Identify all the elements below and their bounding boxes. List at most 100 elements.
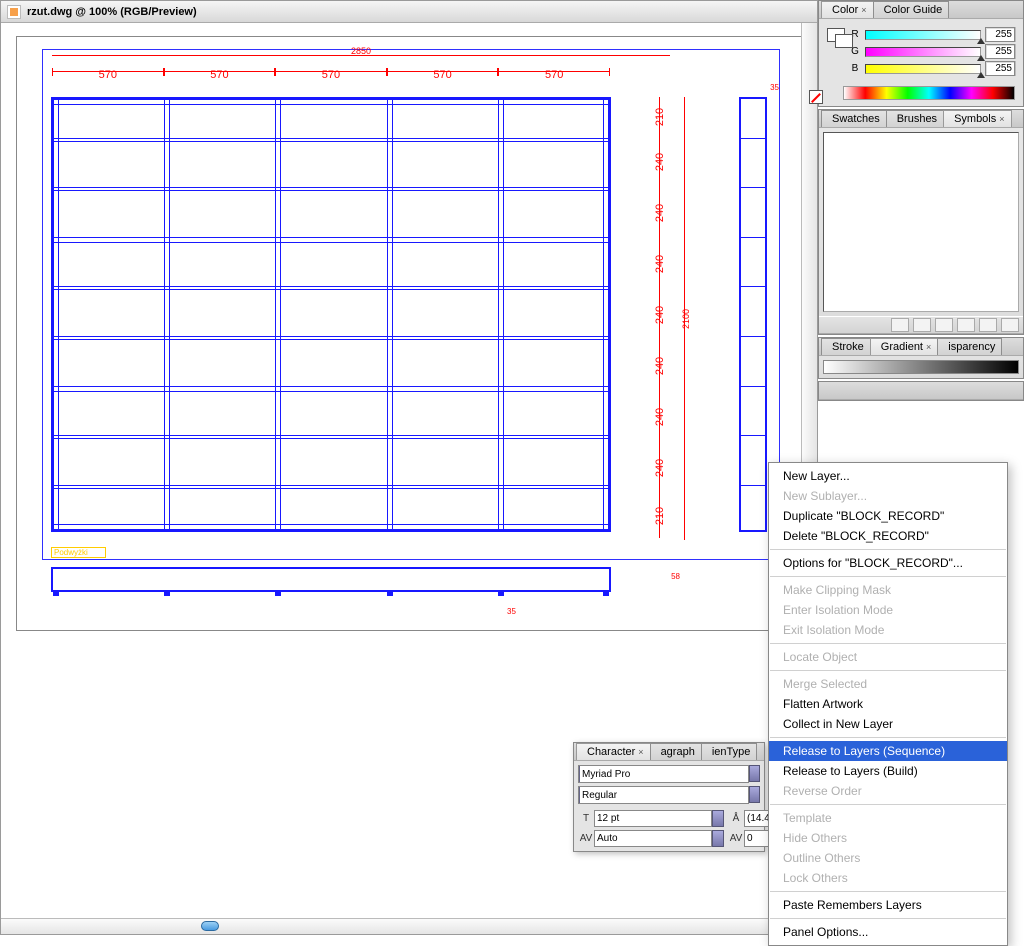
dim-bottom: 35 (507, 607, 516, 616)
tab-character[interactable]: Character× (576, 743, 651, 760)
fill-stroke-swatch[interactable] (827, 25, 845, 78)
font-family-input[interactable] (578, 765, 749, 783)
font-size-icon: T (578, 812, 594, 826)
menu-item: New Sublayer... (769, 486, 1007, 506)
dim-value: 2850 (351, 46, 371, 56)
close-icon[interactable]: × (926, 342, 931, 352)
menu-item: Merge Selected (769, 674, 1007, 694)
close-icon[interactable]: × (999, 114, 1004, 124)
dimension-top-columns: 570 570 570 570 570 (52, 71, 610, 79)
dim-row-2: 240 (654, 204, 666, 222)
menu-item[interactable]: Panel Options... (769, 922, 1007, 942)
tab-label: Brushes (897, 113, 937, 125)
tab-opentype[interactable]: ienType (701, 743, 758, 760)
break-link-icon[interactable] (935, 318, 953, 332)
dim-col-2: 570 (322, 69, 340, 81)
stroke-swatch[interactable] (835, 34, 853, 48)
menu-separator (770, 891, 1006, 892)
tab-swatches[interactable]: Swatches (821, 110, 887, 127)
dimension-right-rows: 210 240 240 240 240 240 240 240 210 (646, 97, 660, 540)
menu-item: Enter Isolation Mode (769, 600, 1007, 620)
tab-paragraph[interactable]: agraph (650, 743, 702, 760)
dim-col-0: 570 (99, 69, 117, 81)
dim-value: 2100 (681, 308, 691, 328)
plan-grid (51, 97, 611, 532)
symbol-options-icon[interactable] (957, 318, 975, 332)
menu-item: Hide Others (769, 828, 1007, 848)
dim-col-1: 570 (210, 69, 228, 81)
menu-item[interactable]: Collect in New Layer (769, 714, 1007, 734)
menu-item[interactable]: Duplicate "BLOCK_RECORD" (769, 506, 1007, 526)
tab-stroke[interactable]: Stroke (821, 338, 871, 355)
menu-item[interactable]: New Layer... (769, 466, 1007, 486)
dropdown-icon[interactable] (712, 830, 724, 847)
dimension-right-overall: 2100 (677, 97, 685, 540)
document-titlebar[interactable]: rzut.dwg @ 100% (RGB/Preview) (1, 1, 817, 23)
font-size-input[interactable] (594, 810, 712, 827)
delete-symbol-icon[interactable] (1001, 318, 1019, 332)
tab-brushes[interactable]: Brushes (886, 110, 944, 127)
gradient-panel: Stroke Gradient× isparency (818, 337, 1024, 379)
side-elevation (739, 97, 767, 532)
tab-color[interactable]: Color× (821, 1, 874, 18)
color-panel-header: Color× Color Guide (819, 1, 1023, 19)
symbols-panel: Swatches Brushes Symbols× (818, 109, 1024, 335)
menu-item: Make Clipping Mask (769, 580, 1007, 600)
menu-item[interactable]: Release to Layers (Build) (769, 761, 1007, 781)
leading-icon: Å (728, 812, 744, 826)
menu-separator (770, 643, 1006, 644)
character-panel-header: Character× agraph ienType (574, 743, 764, 761)
value-r[interactable] (985, 27, 1015, 42)
menu-item[interactable]: Options for "BLOCK_RECORD"... (769, 553, 1007, 573)
gradient-preview[interactable] (823, 360, 1019, 374)
document-title: rzut.dwg @ 100% (RGB/Preview) (27, 6, 197, 18)
menu-item[interactable]: Flatten Artwork (769, 694, 1007, 714)
slider-b[interactable] (865, 64, 981, 74)
slider-g[interactable] (865, 47, 981, 57)
dropdown-icon[interactable] (712, 810, 724, 827)
dim-col-3: 570 (433, 69, 451, 81)
dropdown-icon[interactable] (749, 786, 760, 803)
none-swatch-icon[interactable] (809, 90, 823, 104)
dropdown-icon[interactable] (749, 765, 760, 782)
tab-transparency[interactable]: isparency (937, 338, 1002, 355)
dim-side: 35 (770, 83, 779, 92)
panel-dock: Color× Color Guide R G B (818, 0, 1024, 403)
font-style-input[interactable] (578, 786, 749, 804)
slider-r[interactable] (865, 30, 981, 40)
value-b[interactable] (985, 61, 1015, 76)
menu-item[interactable]: Paste Remembers Layers (769, 895, 1007, 915)
horizontal-scrollbar[interactable] (1, 918, 817, 934)
scrollbar-thumb[interactable] (201, 921, 219, 931)
symbol-libs-icon[interactable] (891, 318, 909, 332)
tab-label: isparency (948, 341, 995, 353)
menu-item[interactable]: Release to Layers (Sequence) (769, 741, 1007, 761)
kerning-input[interactable] (594, 830, 712, 847)
tab-label: agraph (661, 746, 695, 758)
dim-row-7: 240 (654, 459, 666, 477)
place-symbol-icon[interactable] (913, 318, 931, 332)
kerning-icon: AV (578, 832, 594, 846)
close-icon[interactable]: × (638, 747, 643, 757)
symbols-list[interactable] (823, 132, 1019, 312)
appearance-panel-collapsed[interactable] (818, 381, 1024, 401)
artboard[interactable]: 2850 570 570 570 570 570 (16, 36, 806, 631)
spectrum-bar[interactable] (843, 86, 1015, 100)
tracking-icon: AV (728, 832, 744, 846)
front-elevation (51, 567, 611, 592)
menu-separator (770, 670, 1006, 671)
tab-color-guide[interactable]: Color Guide (873, 1, 950, 18)
menu-item[interactable]: Delete "BLOCK_RECORD" (769, 526, 1007, 546)
dim-row-1: 240 (654, 153, 666, 171)
menu-item: Locate Object (769, 647, 1007, 667)
value-g[interactable] (985, 44, 1015, 59)
channel-label-b: B (849, 63, 861, 74)
close-icon[interactable]: × (861, 5, 866, 15)
tab-gradient[interactable]: Gradient× (870, 338, 938, 355)
tab-symbols[interactable]: Symbols× (943, 110, 1011, 127)
dim-row-8: 210 (654, 506, 666, 524)
new-symbol-icon[interactable] (979, 318, 997, 332)
dim-row-6: 240 (654, 408, 666, 426)
layers-context-menu: New Layer...New Sublayer...Duplicate "BL… (768, 462, 1008, 946)
tab-label: Gradient (881, 341, 923, 353)
